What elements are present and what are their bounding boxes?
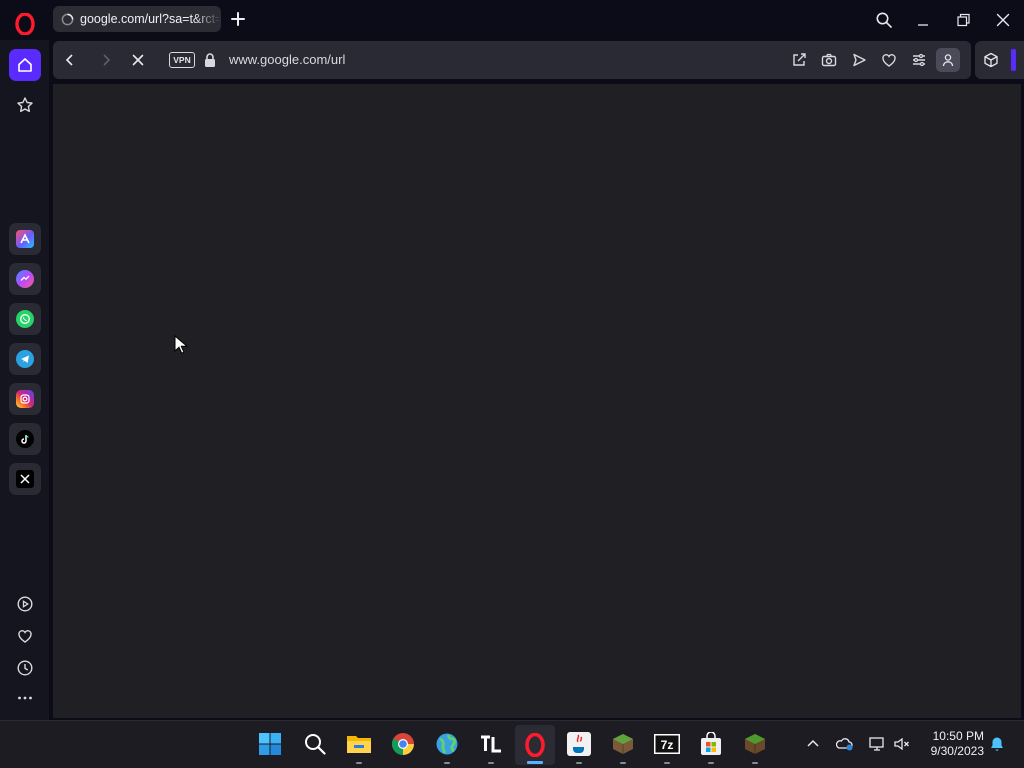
notification-bell-icon[interactable] xyxy=(988,735,1006,753)
taskbar-7zip[interactable]: 7z xyxy=(653,730,681,764)
globe-app-icon xyxy=(436,733,458,755)
network-icon[interactable] xyxy=(868,735,886,753)
easy-setup-icon[interactable] xyxy=(910,51,928,69)
clock-date: 9/30/2023 xyxy=(930,744,984,758)
sidebar-tiktok-button[interactable] xyxy=(9,423,41,455)
sidebar-more-button[interactable] xyxy=(9,682,41,714)
mouse-cursor-icon xyxy=(174,335,188,354)
opera-menu-icon[interactable] xyxy=(14,13,36,35)
lock-icon[interactable] xyxy=(203,52,217,68)
telegram-icon xyxy=(16,350,34,368)
x-icon xyxy=(16,470,34,488)
sidebar xyxy=(0,40,49,720)
new-tab-icon[interactable] xyxy=(228,9,248,29)
tiktok-icon xyxy=(16,430,34,448)
history-icon xyxy=(17,660,33,676)
vpn-badge[interactable]: VPN xyxy=(169,52,195,68)
opera-icon xyxy=(525,733,545,757)
instagram-icon xyxy=(16,390,34,408)
sidebar-speed-dial-button[interactable] xyxy=(9,89,41,121)
close-window-icon[interactable] xyxy=(991,8,1015,32)
taskbar-chrome[interactable] xyxy=(389,730,417,758)
taskbar-opera[interactable] xyxy=(515,725,555,765)
more-icon xyxy=(18,696,32,700)
file-explorer-icon xyxy=(347,736,371,753)
active-tab[interactable]: google.com/url?sa=t&rct=j xyxy=(53,6,221,32)
sidebar-x-button[interactable] xyxy=(9,463,41,495)
sidebar-home-button[interactable] xyxy=(9,49,41,81)
minimize-icon[interactable] xyxy=(911,8,935,32)
stop-loading-icon[interactable] xyxy=(129,51,147,69)
ms-store-icon xyxy=(701,732,721,755)
taskbar-file-explorer[interactable] xyxy=(345,730,373,764)
restore-icon[interactable] xyxy=(951,8,975,32)
taskbar-tlauncher[interactable] xyxy=(477,730,505,764)
tlauncher-icon xyxy=(479,732,503,756)
tab-title: google.com/url?sa=t&rct=j xyxy=(80,12,221,26)
taskbar-java[interactable] xyxy=(565,730,593,764)
sidebar-player-button[interactable] xyxy=(9,588,41,620)
whatsapp-icon xyxy=(16,310,34,328)
minecraft-launcher-icon xyxy=(745,734,765,754)
taskbar: 7z 10:50 PM 9/30/2023 xyxy=(0,720,1024,768)
address-bar: VPN www.google.com/url xyxy=(53,41,971,79)
sidebar-history-button[interactable] xyxy=(9,652,41,684)
taskbar-clock[interactable]: 10:50 PM 9/30/2023 xyxy=(922,729,984,759)
page-content[interactable] xyxy=(53,84,1021,718)
taskbar-globe-app[interactable] xyxy=(433,730,461,764)
home-icon xyxy=(18,58,32,72)
extensions-cube-icon[interactable] xyxy=(983,52,999,68)
sidebar-my-flow-button[interactable] xyxy=(9,620,41,652)
loading-spinner-icon xyxy=(61,13,74,25)
heart-icon xyxy=(18,630,32,643)
taskbar-minecraft-launcher[interactable] xyxy=(741,730,769,764)
svg-text:7z: 7z xyxy=(661,738,674,752)
send-icon[interactable] xyxy=(850,51,868,69)
extensions-area xyxy=(975,41,1024,79)
start-icon xyxy=(259,733,281,755)
clock-time: 10:50 PM xyxy=(932,729,984,743)
minecraft-icon xyxy=(613,734,633,754)
sidebar-instagram-button[interactable] xyxy=(9,383,41,415)
chrome-icon xyxy=(392,733,414,755)
heart-icon[interactable] xyxy=(880,51,898,69)
messenger-icon xyxy=(16,270,34,288)
taskbar-search[interactable] xyxy=(301,730,329,758)
player-icon xyxy=(17,596,33,612)
taskbar-minecraft[interactable] xyxy=(609,730,637,764)
url-field[interactable]: www.google.com/url xyxy=(229,52,345,67)
onedrive-icon[interactable] xyxy=(836,735,854,753)
7zip-icon: 7z xyxy=(654,734,680,754)
back-icon[interactable] xyxy=(61,51,79,69)
sidebar-aria-button[interactable] xyxy=(9,223,41,255)
star-icon xyxy=(17,97,33,113)
java-icon xyxy=(567,732,591,756)
profile-button[interactable] xyxy=(936,48,960,72)
taskbar-ms-store[interactable] xyxy=(697,730,725,764)
title-bar: google.com/url?sa=t&rct=j xyxy=(0,0,1024,40)
camera-icon[interactable] xyxy=(820,51,838,69)
sidebar-whatsapp-button[interactable] xyxy=(9,303,41,335)
sidebar-messenger-button[interactable] xyxy=(9,263,41,295)
search-icon xyxy=(305,734,326,755)
taskbar-start[interactable] xyxy=(256,730,284,758)
forward-icon[interactable] xyxy=(97,51,115,69)
volume-muted-icon[interactable] xyxy=(893,735,911,753)
sidebar-telegram-button[interactable] xyxy=(9,343,41,375)
aria-icon xyxy=(16,230,34,248)
sidebar-accent-indicator xyxy=(1011,49,1016,71)
chevron-up-icon[interactable] xyxy=(804,735,822,753)
profile-icon xyxy=(942,54,954,67)
snapshot-share-icon[interactable] xyxy=(790,51,808,69)
search-tabs-icon[interactable] xyxy=(872,8,896,32)
